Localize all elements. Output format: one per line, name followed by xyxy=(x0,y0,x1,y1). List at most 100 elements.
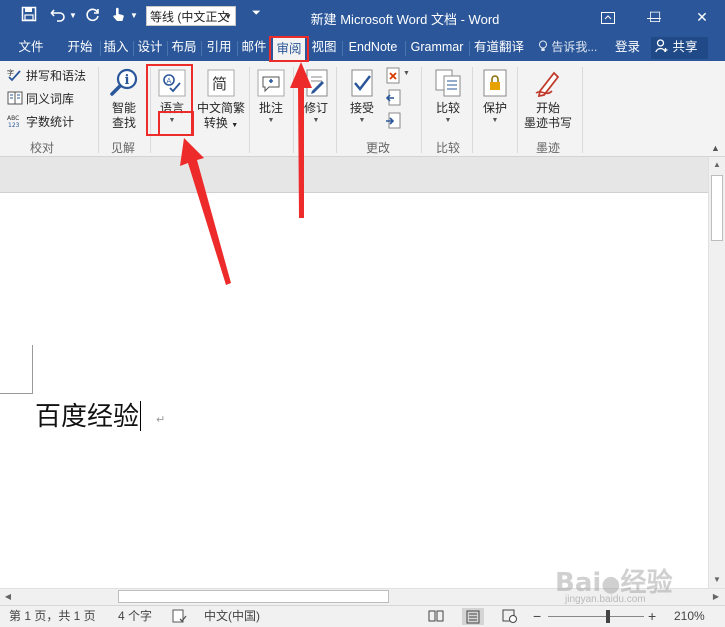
reject-dropdown-icon[interactable]: ▼ xyxy=(403,70,421,88)
language-status[interactable]: 中文(中国) xyxy=(204,606,260,627)
tab-grammarly[interactable]: Grammar xyxy=(406,35,468,61)
word-count-icon: ABC 123 xyxy=(7,114,23,129)
proofing-group-label: 校对 xyxy=(30,141,55,155)
document-canvas[interactable] xyxy=(0,157,708,589)
vertical-scroll-thumb[interactable] xyxy=(711,175,723,241)
tab-youdao-translate[interactable]: 有道翻译 xyxy=(470,35,528,61)
reject-icon[interactable] xyxy=(385,67,403,85)
previous-change-icon[interactable] xyxy=(385,89,403,107)
scroll-left-icon[interactable]: ◀ xyxy=(0,589,16,605)
title-bar: ▼ ▼ 等线 (中文正文 ▼ ⏷ 新建 Microsoft Word 文档 - … xyxy=(0,0,725,35)
touch-mode-dropdown-icon[interactable]: ▼ xyxy=(130,9,138,23)
paragraph-mark: ↵ xyxy=(156,414,166,426)
maximize-button[interactable]: ☐ xyxy=(632,0,678,35)
new-comment-button[interactable]: 批注 ▼ xyxy=(253,67,289,126)
save-icon[interactable] xyxy=(20,6,38,26)
share-button[interactable]: 共享 xyxy=(651,37,708,59)
comment-dropdown-icon[interactable]: ▼ xyxy=(253,116,289,126)
document-body-text[interactable]: 百度经验 xyxy=(35,400,142,434)
chinese-conversion-dropdown-icon[interactable]: ▼ xyxy=(231,122,238,129)
horizontal-scroll-thumb[interactable] xyxy=(118,590,389,603)
chinese-conversion-icon: 简 xyxy=(205,67,237,99)
customize-quick-access-icon[interactable]: ⏷ xyxy=(252,7,261,20)
review-ribbon: 字 拼写和语法 同义词库 ABC123 字数统计 校对 i 智能 查找 见解 xyxy=(0,61,725,157)
touch-mode-icon[interactable] xyxy=(109,6,127,26)
zoom-out-button[interactable]: − xyxy=(533,606,541,627)
undo-dropdown-icon[interactable]: ▼ xyxy=(69,9,77,23)
accept-button[interactable]: 接受 ▼ xyxy=(342,67,382,126)
text-cursor xyxy=(140,401,142,431)
track-changes-button[interactable]: 修订 ▼ xyxy=(298,67,334,126)
zoom-level[interactable]: 210% xyxy=(674,606,705,627)
horizontal-scrollbar[interactable]: ◀ ▶ xyxy=(0,588,725,605)
ribbon-options-icon[interactable] xyxy=(585,0,631,35)
compare-group-label: 比较 xyxy=(436,141,461,155)
thesaurus-label: 同义词库 xyxy=(26,92,75,106)
scroll-down-icon[interactable]: ▼ xyxy=(709,572,725,588)
language-label: 语言 xyxy=(159,101,184,115)
next-change-icon[interactable] xyxy=(385,112,403,130)
start-inking-button[interactable]: 开始 墨迹书写 xyxy=(520,67,576,131)
word-count-status[interactable]: 4 个字 xyxy=(118,606,152,627)
protect-button[interactable]: 保护 ▼ xyxy=(477,67,513,126)
spelling-grammar-button[interactable]: 字 拼写和语法 xyxy=(7,66,86,86)
accept-dropdown-icon[interactable]: ▼ xyxy=(342,116,382,126)
print-layout-icon[interactable] xyxy=(462,608,484,625)
track-changes-label: 修订 xyxy=(303,101,328,115)
tell-me-box[interactable]: 告诉我... xyxy=(538,35,597,61)
tab-file[interactable]: 文件 xyxy=(12,35,50,61)
tab-home[interactable]: 开始 xyxy=(61,35,99,61)
read-mode-icon[interactable] xyxy=(428,609,444,627)
chinese-conversion-button[interactable]: 简 中文简繁 转换 ▼ xyxy=(196,67,246,133)
accept-icon xyxy=(346,67,378,99)
vertical-scrollbar[interactable]: ▲ ▼ xyxy=(708,157,725,589)
proofing-status-icon[interactable] xyxy=(172,609,187,627)
zoom-slider-track[interactable] xyxy=(548,616,644,617)
word-count-button[interactable]: ABC 123 字数统计 xyxy=(7,112,74,132)
tell-me-text: 告诉我... xyxy=(551,40,598,54)
redo-icon[interactable] xyxy=(84,6,102,26)
zoom-in-button[interactable]: + xyxy=(648,606,656,627)
language-button[interactable]: A 语言 ▼ xyxy=(152,67,192,126)
tab-design[interactable]: 设计 xyxy=(134,35,166,61)
spell-check-icon: 字 xyxy=(7,68,23,82)
collapse-ribbon-icon[interactable]: ▲ xyxy=(711,143,720,153)
scroll-right-icon[interactable]: ▶ xyxy=(708,589,724,605)
undo-icon[interactable] xyxy=(49,6,67,26)
thesaurus-button[interactable]: 同义词库 xyxy=(7,89,74,109)
svg-text:ABC: ABC xyxy=(7,115,19,122)
compare-dropdown-icon[interactable]: ▼ xyxy=(428,116,468,126)
spelling-grammar-label: 拼写和语法 xyxy=(26,69,87,83)
page-count[interactable]: 第 1 页，共 1 页 xyxy=(9,606,96,627)
compare-button[interactable]: 比较 ▼ xyxy=(428,67,468,126)
font-name-box[interactable]: 等线 (中文正文 ▼ xyxy=(146,6,236,26)
tab-review[interactable]: 审阅 xyxy=(273,38,305,61)
scroll-up-icon[interactable]: ▲ xyxy=(709,157,725,173)
protect-icon xyxy=(479,67,511,99)
tab-view[interactable]: 视图 xyxy=(307,35,341,61)
start-inking-label-1: 开始 xyxy=(535,101,560,115)
track-changes-dropdown-icon[interactable]: ▼ xyxy=(298,116,334,126)
font-dropdown-icon[interactable]: ▼ xyxy=(224,7,232,25)
chinese-conversion-label-1: 中文简繁 xyxy=(196,101,245,115)
zoom-slider-thumb[interactable] xyxy=(606,610,610,623)
tab-endnote[interactable]: EndNote xyxy=(343,35,403,61)
web-layout-icon[interactable] xyxy=(502,609,518,627)
svg-text:简: 简 xyxy=(212,75,227,93)
sign-in-link[interactable]: 登录 xyxy=(615,35,640,61)
lightbulb-icon xyxy=(538,40,551,54)
language-dropdown-icon[interactable]: ▼ xyxy=(152,116,192,126)
tab-mailings[interactable]: 邮件 xyxy=(238,35,270,61)
protect-dropdown-icon[interactable]: ▼ xyxy=(477,116,513,126)
window-title: 新建 Microsoft Word 文档 - Word xyxy=(310,12,500,27)
tab-references[interactable]: 引用 xyxy=(202,35,236,61)
accept-label: 接受 xyxy=(349,101,374,115)
close-button[interactable]: ✕ xyxy=(679,0,725,35)
ribbon-tab-bar: 文件 开始 插入 设计 布局 引用 邮件 审阅 视图 EndNote Gramm… xyxy=(0,35,725,61)
tab-layout[interactable]: 布局 xyxy=(168,35,200,61)
share-label: 共享 xyxy=(672,40,698,54)
smart-lookup-button[interactable]: i 智能 查找 xyxy=(104,67,144,131)
smart-lookup-icon: i xyxy=(108,67,140,99)
tab-insert[interactable]: 插入 xyxy=(100,35,132,61)
new-comment-label: 批注 xyxy=(258,101,283,115)
